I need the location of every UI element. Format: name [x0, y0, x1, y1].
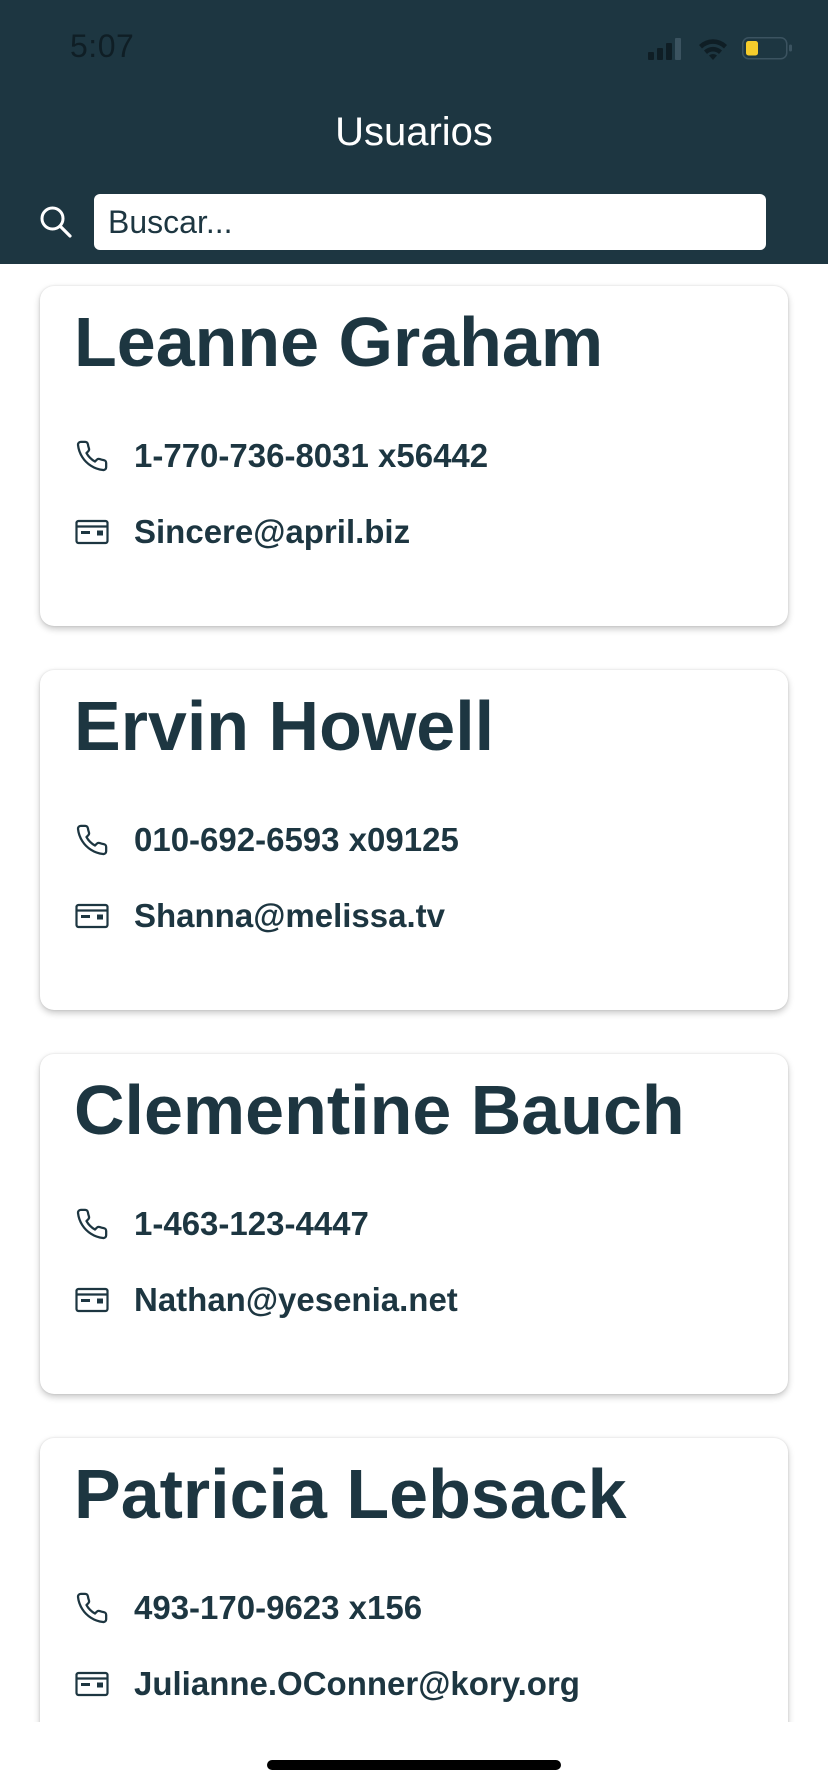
user-list[interactable]: Leanne Graham 1-770-736-8031 x56442 Sinc… [0, 264, 828, 1722]
user-phone: 010-692-6593 x09125 [134, 821, 459, 858]
phone-icon [74, 822, 110, 858]
card-icon [74, 514, 110, 550]
email-row: Sincere@april.biz [74, 512, 410, 552]
phone-icon [74, 1206, 110, 1242]
status-icons [648, 34, 798, 64]
user-name: Ervin Howell [74, 687, 495, 765]
user-name: Patricia Lebsack [74, 1455, 627, 1533]
user-email: Sincere@april.biz [134, 513, 411, 550]
phone-row: 493-170-9623 x156 [74, 1588, 422, 1628]
user-phone: 1-463-123-4447 [134, 1205, 369, 1242]
phone-row: 1-770-736-8031 x56442 [74, 436, 488, 476]
page-title: Usuarios [335, 110, 493, 154]
email-row: Julianne.OConner@kory.org [74, 1664, 580, 1704]
user-email: Nathan@yesenia.net [134, 1281, 458, 1318]
app-header: 5:07 Usuarios [0, 0, 828, 264]
user-phone: 493-170-9623 x156 [134, 1589, 423, 1626]
phone-row: 1-463-123-4447 [74, 1204, 369, 1244]
phone-icon [74, 1590, 110, 1626]
user-email: Shanna@melissa.tv [134, 897, 445, 934]
user-card[interactable]: Patricia Lebsack 493-170-9623 x156 Julia… [40, 1438, 788, 1722]
phone-icon [74, 438, 110, 474]
signal-icon [648, 38, 681, 60]
user-card[interactable]: Ervin Howell 010-692-6593 x09125 Shanna@… [40, 670, 788, 1010]
user-name: Leanne Graham [74, 303, 604, 381]
user-email: Julianne.OConner@kory.org [134, 1665, 580, 1702]
card-icon [74, 1666, 110, 1702]
home-indicator[interactable] [267, 1760, 561, 1770]
user-phone: 1-770-736-8031 x56442 [134, 437, 489, 474]
wifi-icon [699, 39, 727, 60]
user-card[interactable]: Leanne Graham 1-770-736-8031 x56442 Sinc… [40, 286, 788, 626]
user-name: Clementine Bauch [74, 1071, 685, 1149]
email-row: Shanna@melissa.tv [74, 896, 445, 936]
phone-row: 010-692-6593 x09125 [74, 820, 459, 860]
card-icon [74, 898, 110, 934]
email-row: Nathan@yesenia.net [74, 1280, 458, 1320]
user-card[interactable]: Clementine Bauch 1-463-123-4447 Nathan@y… [40, 1054, 788, 1394]
status-time: 5:07 [70, 28, 135, 64]
card-icon [74, 1282, 110, 1318]
battery-icon [742, 37, 792, 60]
search-input[interactable] [94, 194, 766, 250]
search-icon[interactable] [38, 204, 74, 240]
